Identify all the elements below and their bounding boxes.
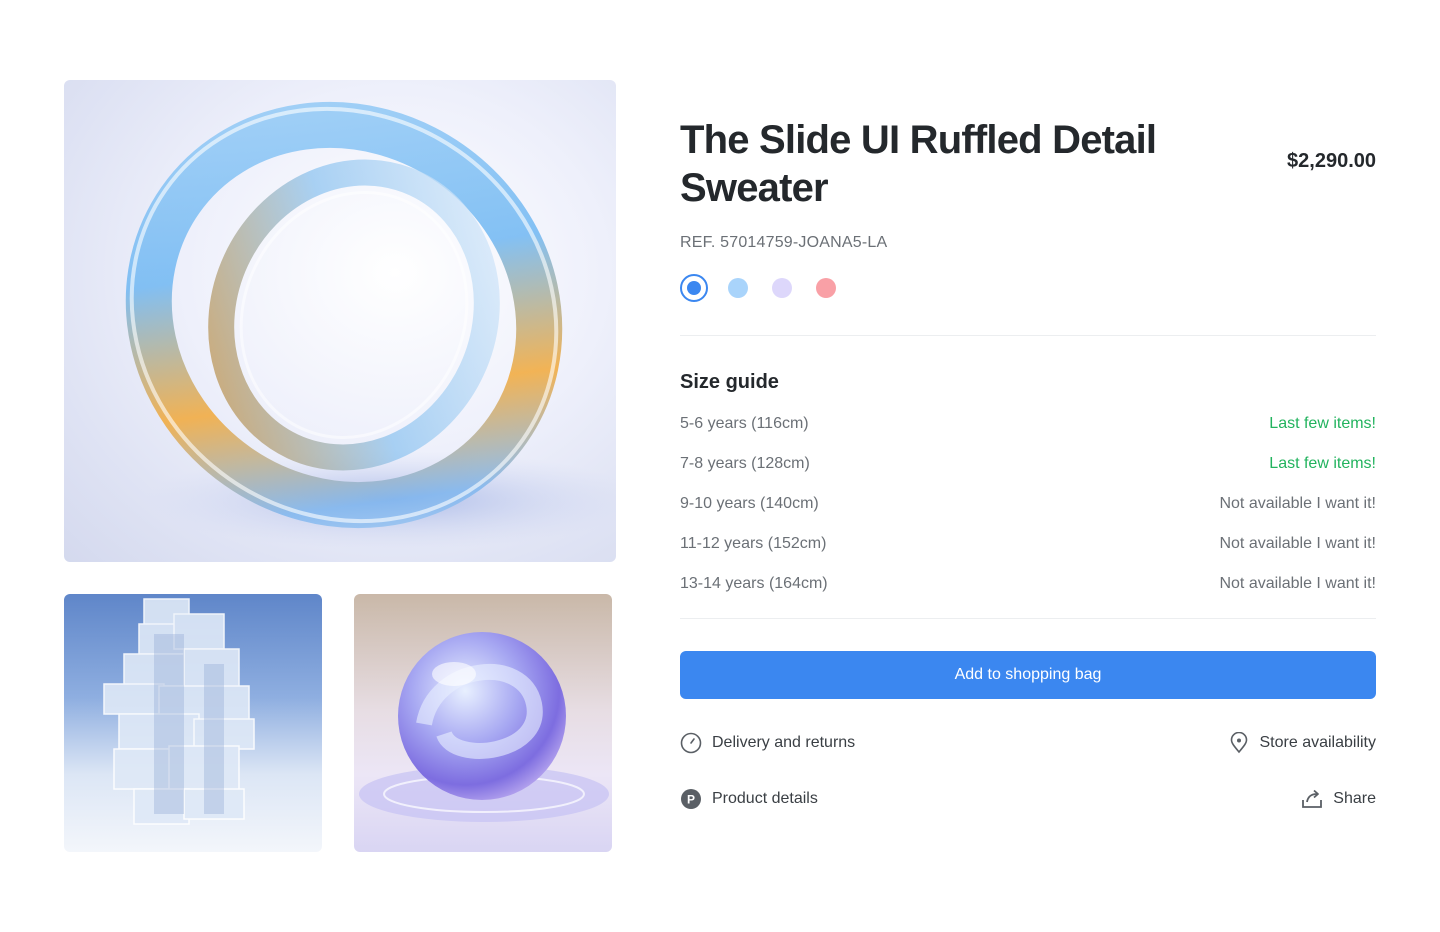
size-label: 5-6 years (116cm) (680, 415, 809, 432)
divider (680, 618, 1376, 619)
color-swatch-lavender[interactable] (772, 278, 792, 298)
size-status: Not available I want it! (1219, 495, 1376, 512)
product-p-icon: P (680, 788, 702, 810)
size-status: Last few items! (1269, 455, 1376, 472)
product-gallery (64, 80, 616, 852)
size-label: 7-8 years (128cm) (680, 455, 810, 472)
svg-text:P: P (687, 793, 695, 807)
size-status: Not available I want it! (1219, 575, 1376, 592)
product-price: $2,290.00 (1287, 150, 1376, 172)
size-label: 9-10 years (140cm) (680, 495, 819, 512)
product-ref: REF. 57014759-JOANA5-LA (680, 234, 888, 251)
divider (680, 335, 1376, 336)
size-option[interactable]: 5-6 years (116cm) Last few items! (680, 404, 1376, 444)
color-swatch-light-blue[interactable] (728, 278, 748, 298)
product-title: The Slide UI Ruffled Detail Sweater (680, 118, 1157, 210)
size-option[interactable]: 13-14 years (164cm) Not available I want… (680, 564, 1376, 604)
share-label: Share (1333, 790, 1376, 807)
delivery-returns-link[interactable]: Delivery and returns (680, 731, 855, 755)
location-pin-icon (1228, 732, 1250, 754)
thumbnail-sphere[interactable] (354, 594, 612, 852)
product-links: Delivery and returns Store availability … (680, 731, 1376, 811)
share-icon (1301, 788, 1323, 810)
delivery-returns-label: Delivery and returns (712, 734, 856, 751)
size-status: Last few items! (1269, 415, 1376, 432)
store-availability-link[interactable]: Store availability (1228, 731, 1377, 755)
product-details-label: Product details (712, 790, 818, 807)
color-swatch-blue[interactable] (680, 274, 708, 302)
product-info: The Slide UI Ruffled Detail Sweater $2,2… (680, 116, 1376, 843)
main-product-image[interactable] (64, 80, 616, 562)
clock-icon (680, 732, 702, 754)
size-status: Not available I want it! (1219, 535, 1376, 552)
color-swatch-pink[interactable] (816, 278, 836, 298)
thumbnail-cubes[interactable] (64, 594, 322, 852)
size-label: 13-14 years (164cm) (680, 575, 828, 592)
color-swatch-dot (687, 281, 701, 295)
size-list: 5-6 years (116cm) Last few items! 7-8 ye… (680, 404, 1376, 604)
size-option[interactable]: 11-12 years (152cm) Not available I want… (680, 524, 1376, 564)
product-details-link[interactable]: P Product details (680, 787, 818, 811)
add-to-bag-button[interactable]: Add to shopping bag (680, 651, 1376, 699)
size-label: 11-12 years (152cm) (680, 535, 827, 552)
store-availability-label: Store availability (1259, 734, 1377, 751)
size-option[interactable]: 7-8 years (128cm) Last few items! (680, 444, 1376, 484)
color-swatches (680, 274, 1376, 302)
size-guide-title: Size guide (680, 371, 779, 393)
share-link[interactable]: Share (1301, 787, 1376, 811)
size-option[interactable]: 9-10 years (140cm) Not available I want … (680, 484, 1376, 524)
